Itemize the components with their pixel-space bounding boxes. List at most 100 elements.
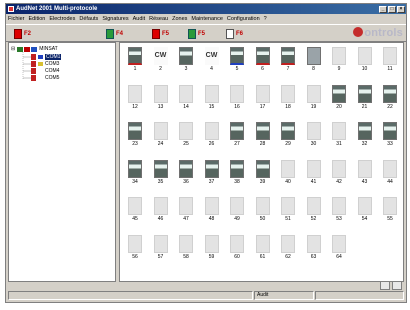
device-slot-21[interactable]: 21: [354, 84, 376, 111]
device-number: 40: [285, 178, 291, 185]
device-slot-27[interactable]: 27: [226, 122, 248, 148]
tree-item-com4[interactable]: COM4: [31, 68, 59, 74]
device-number: 33: [387, 141, 393, 147]
device-slot-14[interactable]: 14: [175, 84, 197, 111]
device-slot-5[interactable]: 5: [226, 47, 248, 73]
empty-slot-icon: [281, 234, 295, 253]
tree-root[interactable]: ⊟ MINSAT: [11, 46, 58, 52]
port-icon: [31, 61, 36, 67]
device-slot-37[interactable]: 37: [201, 159, 223, 186]
device-slot-16[interactable]: 16: [226, 84, 248, 111]
device-slot-3[interactable]: 3: [175, 47, 197, 73]
toolbar-button-f2[interactable]: F2: [14, 27, 31, 40]
device-slot-17[interactable]: 17: [252, 84, 274, 111]
device-slot-52[interactable]: 52: [303, 197, 325, 223]
device-slot-41[interactable]: 41: [303, 159, 325, 186]
device-slot-12[interactable]: 12: [124, 84, 146, 111]
device-slot-46[interactable]: 46: [150, 197, 172, 223]
menu-signatures[interactable]: Signatures: [102, 16, 128, 22]
device-slot-53[interactable]: 53: [328, 197, 350, 223]
toolbar-button-f4[interactable]: F4: [106, 27, 123, 40]
empty-slot-icon: [255, 197, 270, 215]
expand-icon[interactable]: ⊟: [11, 46, 15, 52]
device-slot-32[interactable]: 32: [354, 122, 376, 148]
device-slot-38[interactable]: 38: [226, 159, 248, 186]
device-slot-9[interactable]: 9: [328, 47, 350, 73]
empty-slot-icon: [306, 159, 321, 178]
device-slot-4[interactable]: CW 4: [201, 47, 223, 73]
device-slot-58[interactable]: 58: [175, 234, 197, 261]
device-slot-42[interactable]: 42: [328, 159, 350, 186]
device-slot-61[interactable]: 61: [252, 234, 274, 261]
menu-zones[interactable]: Zones: [172, 16, 187, 22]
device-slot-2[interactable]: CW 2: [150, 47, 172, 73]
device-slot-35[interactable]: 35: [150, 159, 172, 186]
device-slot-45[interactable]: 45: [124, 197, 146, 223]
menu-defauts[interactable]: Défauts: [79, 16, 98, 22]
device-slot-19[interactable]: 19: [303, 84, 325, 111]
device-slot-18[interactable]: 18: [277, 84, 299, 111]
device-slot-31[interactable]: 31: [328, 122, 350, 148]
device-slot-23[interactable]: 23: [124, 122, 146, 148]
menu-configuration[interactable]: Configuration: [227, 16, 260, 22]
view-list-button[interactable]: [380, 281, 390, 290]
device-slot-7[interactable]: 7: [277, 47, 299, 73]
maximize-button[interactable]: □: [388, 5, 396, 13]
device-slot-24[interactable]: 24: [150, 122, 172, 148]
device-slot-8[interactable]: 8: [303, 47, 325, 73]
device-slot-13[interactable]: 13: [150, 84, 172, 111]
device-slot-11[interactable]: 11: [379, 47, 401, 73]
device-slot-15[interactable]: 15: [201, 84, 223, 111]
menu-help[interactable]: ?: [264, 16, 267, 22]
device-slot-30[interactable]: 30: [303, 122, 325, 148]
device-slot-59[interactable]: 59: [201, 234, 223, 261]
menu-reseau[interactable]: Réseau: [149, 16, 168, 22]
tree-item-com3[interactable]: COM3: [31, 61, 59, 67]
minimize-button[interactable]: _: [379, 5, 387, 13]
close-button[interactable]: ×: [397, 5, 405, 13]
device-slot-10[interactable]: 10: [354, 47, 376, 73]
device-slot-50[interactable]: 50: [252, 197, 274, 223]
device-slot-34[interactable]: 34: [124, 159, 146, 186]
device-slot-54[interactable]: 54: [354, 197, 376, 223]
device-slot-33[interactable]: 33: [379, 122, 401, 148]
device-slot-63[interactable]: 63: [303, 234, 325, 261]
device-slot-55[interactable]: 55: [379, 197, 401, 223]
menu-audit[interactable]: Audit: [133, 16, 146, 22]
device-number: 56: [132, 253, 138, 260]
device-slot-22[interactable]: 22: [379, 84, 401, 111]
device-slot-25[interactable]: 25: [175, 122, 197, 148]
menu-edition[interactable]: Edition: [29, 16, 46, 22]
view-icons-button[interactable]: [392, 281, 402, 290]
device-number: 24: [157, 141, 164, 147]
device-slot-47[interactable]: 47: [175, 197, 197, 223]
tree-item-com5[interactable]: COM5: [31, 75, 59, 81]
toolbar-button-f6[interactable]: F6: [226, 27, 243, 40]
device-slot-43[interactable]: 43: [354, 159, 376, 186]
device-slot-64[interactable]: 64: [328, 234, 350, 261]
menu-maintenance[interactable]: Maintenance: [191, 16, 223, 22]
device-slot-29[interactable]: 29: [277, 122, 299, 148]
toolbar-button-f5b[interactable]: F5: [188, 27, 205, 40]
device-slot-62[interactable]: 62: [277, 234, 299, 261]
device-slot-51[interactable]: 51: [277, 197, 299, 223]
device-slot-56[interactable]: 56: [124, 234, 146, 261]
device-slot-36[interactable]: 36: [175, 159, 197, 186]
menu-electrodes[interactable]: Electrodes: [49, 16, 75, 22]
device-icon: [306, 47, 321, 65]
device-slot-39[interactable]: 39: [252, 159, 274, 186]
device-slot-60[interactable]: 60: [226, 234, 248, 261]
device-slot-28[interactable]: 28: [252, 122, 274, 148]
toolbar-button-f5a[interactable]: F5: [152, 27, 169, 40]
device-slot-1[interactable]: 1: [124, 47, 146, 73]
device-slot-26[interactable]: 26: [201, 122, 223, 148]
device-slot-20[interactable]: 20: [328, 84, 350, 111]
tree-item-com1[interactable]: COM1: [31, 54, 62, 60]
device-slot-44[interactable]: 44: [379, 159, 401, 186]
device-slot-49[interactable]: 49: [226, 197, 248, 223]
device-slot-48[interactable]: 48: [201, 197, 223, 223]
menu-fichier[interactable]: Fichier: [8, 16, 25, 22]
device-slot-6[interactable]: 6: [252, 47, 274, 73]
device-slot-57[interactable]: 57: [150, 234, 172, 261]
device-slot-40[interactable]: 40: [277, 159, 299, 186]
